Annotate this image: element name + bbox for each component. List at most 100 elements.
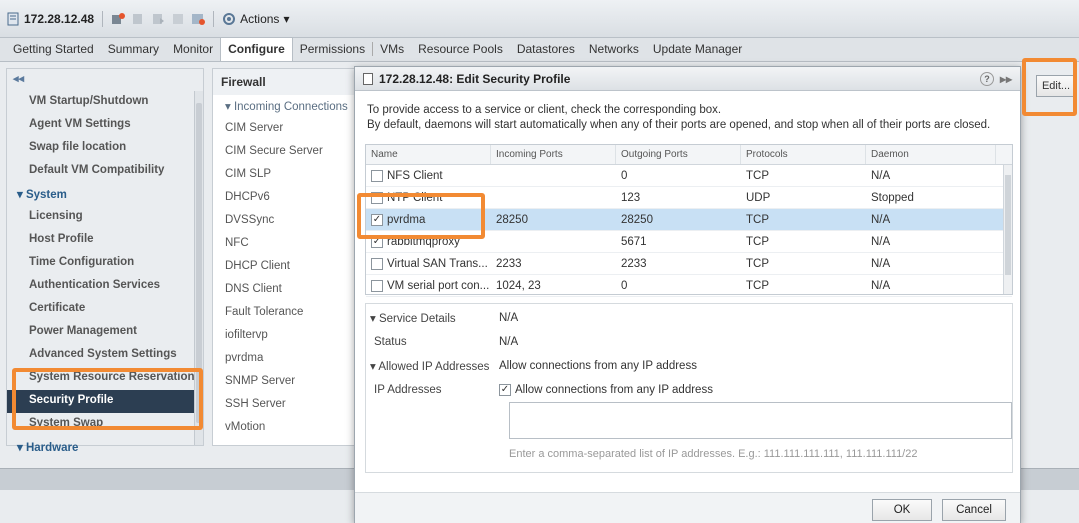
actions-menu[interactable]: Actions ▾ [222, 12, 289, 26]
fw-item[interactable]: CIM SLP [213, 164, 357, 187]
grid-scroll-thumb[interactable] [1005, 175, 1011, 275]
fw-item[interactable]: iofiltervp [213, 325, 357, 348]
tab-permissions[interactable]: Permissions [293, 38, 372, 61]
service-name: VM serial port con... [387, 279, 490, 292]
service-name: rabbitmqproxy [387, 235, 460, 248]
nav-section-hardware[interactable]: ▾ Hardware [7, 436, 203, 459]
nav-item-advanced-settings[interactable]: Advanced System Settings [7, 344, 203, 367]
service-checkbox[interactable] [371, 257, 383, 270]
nav-item-time-config[interactable]: Time Configuration [7, 252, 203, 275]
column-header-protocols[interactable]: Protocols [741, 145, 866, 164]
new-resource-pool-icon[interactable] [131, 12, 145, 26]
host-name: 172.28.12.48 [24, 11, 95, 26]
service-details-toggle[interactable]: ▾ Service Details [366, 311, 499, 325]
grid-scrollbar[interactable] [1003, 165, 1012, 294]
ip-addresses-input[interactable] [509, 402, 1012, 439]
service-details-label: Service Details [378, 312, 456, 325]
service-checkbox[interactable]: ✓ [371, 235, 383, 248]
fw-item[interactable]: CIM Server [213, 118, 357, 141]
nav-section-system[interactable]: ▾ System [7, 183, 203, 206]
tab-update-manager[interactable]: Update Manager [646, 38, 749, 61]
allow-any-ip-option[interactable]: ✓ Allow connections from any IP address [499, 383, 713, 396]
fw-item[interactable]: CIM Secure Server [213, 141, 357, 164]
nav-item-host-profile[interactable]: Host Profile [7, 229, 203, 252]
nav-item-default-vm-compat[interactable]: Default VM Compatibility [7, 160, 203, 183]
nav-item-swap-file[interactable]: Swap file location [7, 137, 203, 160]
allow-any-ip-checkbox[interactable]: ✓ [499, 383, 511, 396]
fw-item[interactable]: SSH Server [213, 394, 357, 417]
status-value: N/A [499, 335, 519, 348]
table-row[interactable]: ✓ pvrdma 28250 28250 TCP N/A [366, 209, 1012, 231]
table-row[interactable]: ✓ rabbitmqproxy 5671 TCP N/A [366, 231, 1012, 253]
fw-item[interactable]: SNMP Server [213, 371, 357, 394]
fw-item[interactable]: Fault Tolerance [213, 302, 357, 325]
service-checkbox[interactable] [371, 191, 383, 204]
tab-vms[interactable]: VMs [373, 38, 411, 61]
fw-item[interactable]: DHCP Client [213, 256, 357, 279]
tab-getting-started[interactable]: Getting Started [6, 38, 101, 61]
deploy-ovf-icon[interactable] [151, 12, 165, 26]
nav-item-agent-vm[interactable]: Agent VM Settings [7, 114, 203, 137]
fw-item[interactable]: DVSSync [213, 210, 357, 233]
column-header-incoming[interactable]: Incoming Ports [491, 145, 616, 164]
fw-item[interactable]: pvrdma [213, 348, 357, 371]
service-name: pvrdma [387, 213, 426, 226]
nav-item-auth-services[interactable]: Authentication Services [7, 275, 203, 298]
tab-monitor[interactable]: Monitor [166, 38, 220, 61]
tab-resource-pools[interactable]: Resource Pools [411, 38, 510, 61]
collapse-nav-icon[interactable]: ◂◂ [7, 69, 203, 91]
service-checkbox[interactable] [371, 169, 383, 182]
outgoing-ports: 0 [621, 169, 628, 182]
gear-icon [223, 12, 236, 25]
table-row[interactable]: NTP Client 123 UDP Stopped [366, 187, 1012, 209]
protocol: TCP [746, 235, 769, 248]
service-checkbox[interactable]: ✓ [371, 213, 383, 226]
services-grid: Name Incoming Ports Outgoing Ports Proto… [365, 144, 1013, 297]
nav-item-resource-reservation[interactable]: System Resource Reservation [7, 367, 203, 390]
column-header-daemon[interactable]: Daemon [866, 145, 996, 164]
tab-summary[interactable]: Summary [101, 38, 166, 61]
nav-item-vm-startup[interactable]: VM Startup/Shutdown [7, 91, 203, 114]
table-row[interactable]: NFS Client 0 TCP N/A [366, 165, 1012, 187]
table-row[interactable]: Virtual SAN Trans... 2233 2233 TCP N/A [366, 253, 1012, 275]
expand-arrow-icon: ▾ [370, 312, 379, 325]
fw-incoming-connections[interactable]: ▾ Incoming Connections [213, 95, 357, 118]
fw-item[interactable]: vMotion [213, 417, 357, 440]
daemon-status: N/A [871, 213, 891, 226]
left-nav: ◂◂ VM Startup/Shutdown Agent VM Settings… [6, 68, 204, 454]
fw-item[interactable]: DNS Client [213, 279, 357, 302]
toolbar-divider [102, 10, 104, 27]
service-checkbox[interactable] [371, 279, 383, 292]
nav-scrollbar[interactable] [194, 91, 203, 445]
host-icon [7, 12, 19, 25]
tab-datastores[interactable]: Datastores [510, 38, 582, 61]
tab-networks[interactable]: Networks [582, 38, 646, 61]
edit-button[interactable]: Edit... [1036, 75, 1076, 97]
allowed-ip-toggle[interactable]: ▾ Allowed IP Addresses [366, 359, 499, 373]
nav-item-security-profile[interactable]: Security Profile [7, 390, 203, 413]
ip-addresses-label: IP Addresses [374, 383, 442, 396]
fw-item[interactable]: NFC [213, 233, 357, 256]
tab-configure[interactable]: Configure [220, 37, 293, 61]
fw-item[interactable]: DHCPv6 [213, 187, 357, 210]
migrate-icon[interactable] [171, 12, 185, 26]
main-tabs: Getting Started Summary Monitor Configur… [0, 37, 1079, 62]
nav-item-licensing[interactable]: Licensing [7, 206, 203, 229]
expand-arrow-icon: ▾ [17, 189, 26, 201]
nav-item-power-mgmt[interactable]: Power Management [7, 321, 203, 344]
nav-scroll-thumb[interactable] [196, 103, 202, 423]
ok-button[interactable]: OK [872, 499, 932, 521]
help-icon[interactable]: ? [979, 71, 994, 86]
allowed-ip-row: ▾ Allowed IP Addresses Allow connections… [366, 354, 1014, 377]
column-header-outgoing[interactable]: Outgoing Ports [616, 145, 741, 164]
daemon-status: N/A [871, 257, 891, 270]
host-settings-icon[interactable] [191, 12, 206, 26]
nav-item-system-swap[interactable]: System Swap [7, 413, 203, 436]
nav-item-certificate[interactable]: Certificate [7, 298, 203, 321]
column-header-name[interactable]: Name [366, 145, 491, 164]
add-vm-icon[interactable] [111, 12, 126, 26]
table-row[interactable]: VM serial port con... 1024, 23 0 TCP N/A [366, 275, 1012, 297]
actions-label: Actions [240, 11, 280, 26]
cancel-button[interactable]: Cancel [942, 499, 1006, 521]
expand-icon[interactable]: ▸▸ [1000, 72, 1012, 86]
